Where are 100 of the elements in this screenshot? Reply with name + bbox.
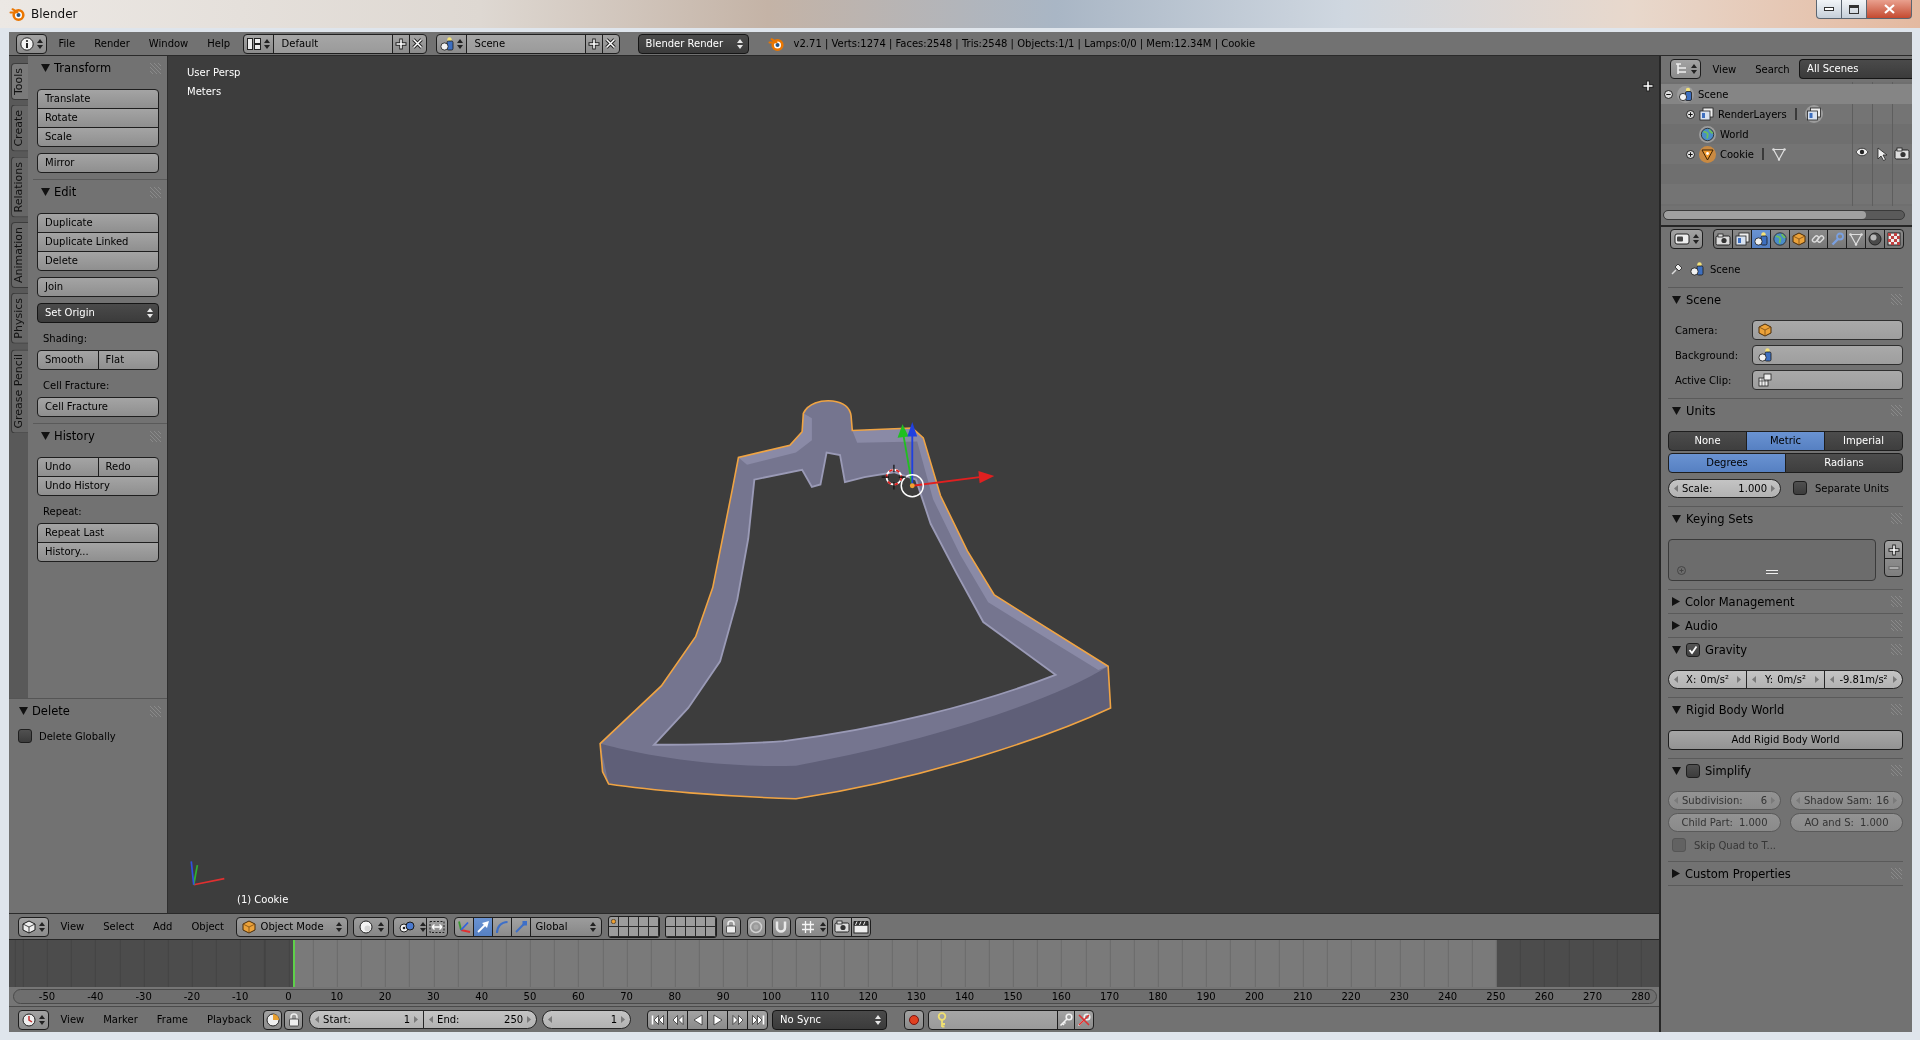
3d-viewport[interactable]: User Persp Meters (1) Cookie xyxy=(168,56,1659,913)
record-button[interactable] xyxy=(904,1009,925,1030)
outliner-row[interactable]: Scene xyxy=(1661,84,1912,104)
mode-dropdown[interactable]: Object Mode xyxy=(235,916,348,937)
tool-tab[interactable]: Animation xyxy=(11,222,28,289)
rotation-unit-button[interactable]: Radians xyxy=(1785,453,1903,473)
menu-item[interactable]: View xyxy=(51,921,94,932)
delete-button[interactable] xyxy=(408,33,427,54)
panel-title[interactable]: Custom Properties xyxy=(1685,866,1885,881)
sync-dropdown[interactable]: No Sync xyxy=(772,1009,888,1030)
add-button[interactable] xyxy=(1884,540,1903,559)
tool-button[interactable]: History... xyxy=(37,542,159,562)
panel-title[interactable]: History xyxy=(54,429,145,443)
timeline[interactable]: -50 -40 -30 -20 -10 0 10 20 30 40 50 60 70 80 90 100 110 120 130 140 150 160 170 180 190 200 210 220 230 240 250 260 270 280 xyxy=(9,940,1659,1006)
menu-item[interactable]: Search xyxy=(1745,63,1800,75)
tool-button[interactable]: Flat xyxy=(97,350,159,370)
add-button[interactable] xyxy=(584,33,603,54)
panel-title[interactable]: Scene xyxy=(1686,292,1885,307)
tool-button[interactable]: Smooth xyxy=(37,350,99,370)
menu-item[interactable]: Playback xyxy=(197,1014,262,1025)
tool-tab[interactable]: Physics xyxy=(11,293,28,344)
unit-system-button[interactable]: Metric xyxy=(1746,431,1825,451)
current-frame-line[interactable] xyxy=(292,940,295,987)
remove-button[interactable] xyxy=(1884,558,1903,577)
render-animation-button[interactable] xyxy=(850,916,871,937)
panel-title[interactable]: Keying Sets xyxy=(1686,511,1885,526)
object-field[interactable] xyxy=(1752,345,1903,365)
tool-button[interactable]: Undo xyxy=(37,457,99,477)
tool-button[interactable]: Undo History xyxy=(37,476,159,496)
layer-button[interactable] xyxy=(705,926,716,937)
playback-button[interactable] xyxy=(667,1009,689,1030)
manipulator-button[interactable] xyxy=(472,916,493,937)
menu-item[interactable]: Marker xyxy=(93,1014,148,1025)
layer-button[interactable] xyxy=(618,926,629,937)
render-engine-dropdown[interactable]: Blender Render xyxy=(637,33,749,54)
tool-button[interactable]: Redo xyxy=(97,457,159,477)
manipulator-button[interactable] xyxy=(510,916,531,937)
outliner-row[interactable]: World xyxy=(1661,124,1912,144)
auto-keying-toggle[interactable] xyxy=(263,1009,283,1030)
layer-button[interactable] xyxy=(618,916,629,927)
layer-button[interactable] xyxy=(675,926,686,937)
checkbox[interactable] xyxy=(1686,763,1700,778)
horizontal-scrollbar[interactable] xyxy=(1663,210,1905,220)
gravity-field[interactable]: -9.81m/s² xyxy=(1824,670,1903,689)
layer-button[interactable] xyxy=(608,916,619,927)
layer-button[interactable] xyxy=(628,926,639,937)
properties-tab[interactable] xyxy=(1770,229,1790,249)
layer-button[interactable] xyxy=(705,916,716,927)
lock-toggle[interactable] xyxy=(721,916,741,937)
menu-item[interactable]: View xyxy=(1703,63,1746,75)
outliner-row[interactable]: Cookie xyxy=(1661,144,1912,164)
panel-title[interactable]: Units xyxy=(1686,403,1885,418)
layer-button[interactable] xyxy=(665,916,676,927)
number-field[interactable]: Shadow Sam: 16 xyxy=(1790,791,1903,810)
properties-tab[interactable] xyxy=(1827,229,1847,249)
tool-tab[interactable]: Relations xyxy=(11,156,28,218)
rotation-unit-button[interactable]: Degrees xyxy=(1668,453,1786,473)
pivot-dropdown[interactable] xyxy=(392,916,427,937)
menu-item[interactable]: View xyxy=(51,1014,94,1025)
checkbox[interactable] xyxy=(1686,642,1700,657)
snap-toggle[interactable] xyxy=(771,916,791,937)
properties-tab[interactable] xyxy=(1846,229,1866,249)
manipulator-button[interactable] xyxy=(491,916,512,937)
menu-item[interactable]: File xyxy=(49,38,85,49)
tool-button[interactable]: Mirror xyxy=(37,153,159,173)
editor-type-button[interactable] xyxy=(1670,229,1703,249)
screen-layout-button[interactable] xyxy=(242,33,274,54)
shading-dropdown[interactable] xyxy=(352,916,389,937)
tool-button[interactable]: Translate xyxy=(37,89,159,109)
properties-tab[interactable] xyxy=(1789,229,1809,249)
menu-item[interactable]: Frame xyxy=(147,1014,198,1025)
tool-button[interactable]: Repeat Last xyxy=(37,523,159,543)
menu-item[interactable]: Add xyxy=(143,921,182,932)
properties-tab[interactable] xyxy=(1713,229,1733,249)
scene-button[interactable] xyxy=(435,33,467,54)
checkbox[interactable] xyxy=(18,729,32,743)
playback-button[interactable] xyxy=(687,1009,709,1030)
tool-button[interactable]: Duplicate xyxy=(37,213,159,233)
panel-title[interactable]: Gravity xyxy=(1705,642,1885,657)
tool-button[interactable]: Scale xyxy=(37,127,159,147)
insert-keyframe-button[interactable] xyxy=(1057,1009,1076,1030)
layer-button[interactable] xyxy=(628,916,639,927)
bell-shaped-model[interactable] xyxy=(599,400,1112,800)
playback-button[interactable] xyxy=(707,1009,729,1030)
layer-button[interactable] xyxy=(638,926,649,937)
panel-title[interactable]: Delete xyxy=(32,704,145,718)
editor-type-button[interactable] xyxy=(1670,59,1701,79)
delete-button[interactable] xyxy=(601,33,620,54)
layer-button[interactable] xyxy=(638,916,649,927)
orientation-dropdown[interactable]: Global xyxy=(529,916,602,937)
end-frame-field[interactable]: End: 250 xyxy=(423,1010,538,1029)
scale-field[interactable]: Scale: 1.000 xyxy=(1668,478,1781,498)
layer-button[interactable] xyxy=(685,926,696,937)
menu-item[interactable]: Object xyxy=(181,921,234,932)
proportional-edit-toggle[interactable] xyxy=(746,916,766,937)
editor-type-button[interactable] xyxy=(16,33,47,54)
layer-button[interactable] xyxy=(648,916,659,927)
tool-tab[interactable]: Tools xyxy=(11,63,28,101)
display-mode-dropdown[interactable]: All Scenes xyxy=(1799,59,1912,79)
menu-item[interactable]: Window xyxy=(139,38,198,49)
